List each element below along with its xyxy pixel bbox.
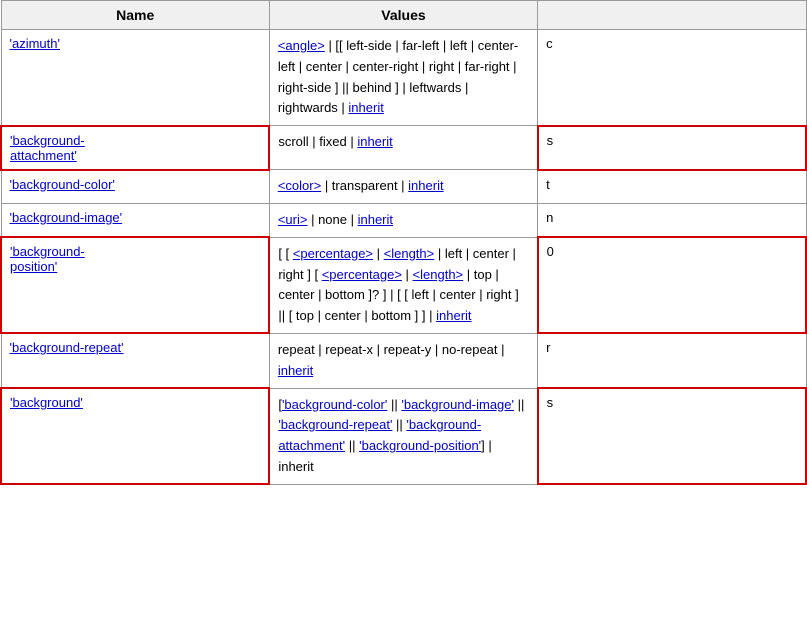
name-cell-background-color: 'background-color' [1, 170, 269, 204]
table-row: 'background-image' <uri> | none | inherit… [1, 203, 806, 237]
column-header-name: Name [1, 1, 269, 30]
values-cell-background-color: <color> | transparent | inherit [269, 170, 537, 204]
values-cell-azimuth: <angle> | [[ left-side | far-left | left… [269, 30, 537, 126]
property-link-background-color[interactable]: 'background-color' [10, 177, 115, 192]
name-cell-background-image: 'background-image' [1, 203, 269, 237]
property-link-azimuth[interactable]: 'azimuth' [10, 36, 60, 51]
name-cell-background-attachment: 'background-attachment' [1, 126, 269, 170]
name-cell-background: 'background' [1, 388, 269, 484]
table-row: 'background-repeat' repeat | repeat-x | r… [1, 333, 806, 388]
values-cell-background-position: [ [ <percentage> | <length> | left | cen… [269, 237, 537, 333]
table-row: 'background-color' <color> | transparent … [1, 170, 806, 204]
values-cell-background-repeat: repeat | repeat-x | repeat-y | no-repeat… [269, 333, 537, 388]
name-cell-background-position: 'background-position' [1, 237, 269, 333]
table-row: 'background-attachment' scroll | fixed | … [1, 126, 806, 170]
property-link-background-image[interactable]: 'background-image' [10, 210, 123, 225]
property-link-background-repeat[interactable]: 'background-repeat' [10, 340, 124, 355]
name-cell-azimuth: 'azimuth' [1, 30, 269, 126]
column-header-values: Values [269, 1, 537, 30]
values-cell-background: ['background-color' || 'background-image… [269, 388, 537, 484]
table-row: 'background-position' [ [ <percentage> | … [1, 237, 806, 333]
initial-cell-background: s [538, 388, 806, 484]
values-cell-background-image: <uri> | none | inherit [269, 203, 537, 237]
table-row: 'azimuth' <angle> | [[ left-side | far-le… [1, 30, 806, 126]
property-link-background-position[interactable]: 'background-position' [10, 244, 85, 274]
values-cell-background-attachment: scroll | fixed | inherit [269, 126, 537, 170]
initial-cell-background-position: 0 [538, 237, 806, 333]
initial-cell-background-color: t [538, 170, 806, 204]
initial-cell-background-attachment: s [538, 126, 806, 170]
table-row: 'background' ['background-color' || 'back… [1, 388, 806, 484]
initial-cell-background-image: n [538, 203, 806, 237]
property-link-background-attachment[interactable]: 'background-attachment' [10, 133, 85, 163]
property-link-background[interactable]: 'background' [10, 395, 83, 410]
initial-cell-background-repeat: r [538, 333, 806, 388]
initial-cell-azimuth: c [538, 30, 806, 126]
column-header-initial [538, 1, 806, 30]
name-cell-background-repeat: 'background-repeat' [1, 333, 269, 388]
